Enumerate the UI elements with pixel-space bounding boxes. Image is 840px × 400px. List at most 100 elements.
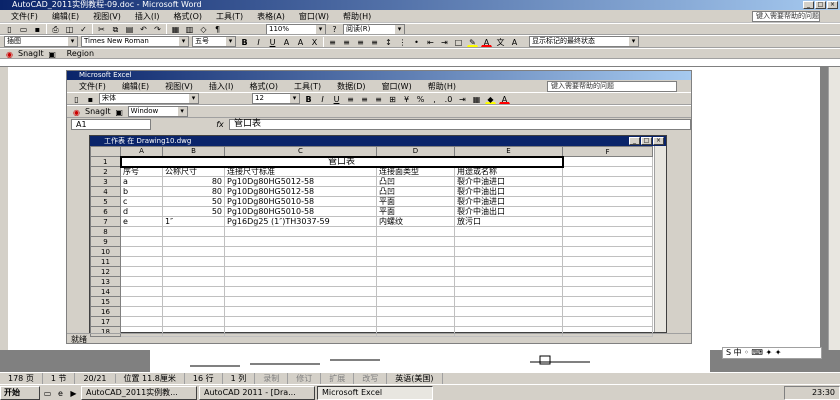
table-cell[interactable] [562, 186, 653, 197]
row-header[interactable]: 6 [90, 206, 121, 217]
italic-icon[interactable]: I [253, 37, 264, 47]
excel-snagit-capture-icon[interactable]: ▣ [114, 107, 125, 117]
table-cell[interactable] [562, 256, 653, 267]
table-cell[interactable]: c [120, 196, 163, 207]
table-cell[interactable]: 内螺纹 [376, 216, 455, 227]
align-center-icon[interactable]: ≡ [341, 37, 352, 47]
bold-icon[interactable]: B [239, 37, 250, 47]
highlight-icon[interactable]: ✎ [467, 37, 478, 47]
bullets-icon[interactable]: • [411, 37, 422, 47]
table-cell[interactable] [376, 276, 455, 287]
menu-tools[interactable]: 工具(T) [209, 11, 250, 22]
redo-icon[interactable]: ↷ [152, 24, 163, 34]
worksheet-table[interactable]: A B C D E F 1 管口表 2 序号 公称尺寸 连接尺寸标准 连接面类型 用途或名称 3… [90, 146, 653, 337]
close-button[interactable]: × [827, 1, 838, 9]
char-border-icon[interactable]: A [281, 37, 292, 47]
excel-align-center-icon[interactable]: ≡ [359, 94, 370, 104]
task-word[interactable]: AutoCAD_2011实例教... [81, 385, 197, 400]
menu-table[interactable]: 表格(A) [250, 11, 292, 22]
excel-menu-view[interactable]: 视图(V) [157, 81, 201, 92]
row-header[interactable]: 4 [90, 186, 121, 197]
table-cell[interactable] [376, 236, 455, 247]
table-cell[interactable]: 公称尺寸 [162, 166, 225, 177]
drawing-icon[interactable]: ◇ [198, 24, 209, 34]
table-cell[interactable] [162, 296, 225, 307]
excel-indent-icon[interactable]: ⇥ [457, 94, 468, 104]
menu-window[interactable]: 窗口(W) [292, 11, 336, 22]
excel-border-icon[interactable]: ▦ [471, 94, 482, 104]
table-cell[interactable] [224, 236, 377, 247]
column-header[interactable]: A [120, 146, 163, 157]
row-header[interactable]: 13 [90, 276, 121, 287]
row-header[interactable]: 9 [90, 236, 121, 247]
save-icon[interactable]: ▪ [32, 24, 43, 34]
table-cell[interactable] [224, 256, 377, 267]
excel-window-select[interactable]: Window [127, 106, 188, 117]
task-autocad[interactable]: AutoCAD 2011 - [Dra... [199, 385, 315, 400]
table-cell[interactable] [454, 246, 563, 257]
table-cell[interactable]: d [120, 206, 163, 217]
table-cell[interactable] [224, 226, 377, 237]
table-cell[interactable] [162, 266, 225, 277]
table-cell[interactable] [376, 286, 455, 297]
snagit-capture-icon[interactable]: ▣ [47, 49, 58, 59]
row-header[interactable]: 17 [90, 316, 121, 327]
excel-menu-edit[interactable]: 编辑(E) [114, 81, 157, 92]
table-cell[interactable]: 平面 [376, 206, 455, 217]
snagit-label[interactable]: SnagIt [18, 49, 44, 58]
char-shading-icon[interactable]: A [295, 37, 306, 47]
excel-font-color-icon[interactable]: A [499, 94, 510, 104]
table-cell[interactable] [120, 286, 163, 297]
table-cell[interactable] [562, 246, 653, 257]
table-cell[interactable] [120, 276, 163, 287]
table-cell[interactable] [224, 246, 377, 257]
table-cell[interactable] [454, 286, 563, 297]
table-cell[interactable] [454, 236, 563, 247]
table-cell[interactable] [120, 236, 163, 247]
start-button[interactable]: 开始 [0, 385, 40, 400]
help-icon[interactable]: ? [329, 24, 340, 34]
status-rec[interactable]: 录制 [255, 373, 289, 384]
status-trk[interactable]: 修订 [288, 373, 322, 384]
columns-icon[interactable]: ▥ [184, 24, 195, 34]
new-icon[interactable]: ▯ [4, 24, 15, 34]
table-cell[interactable] [562, 276, 653, 287]
menu-view[interactable]: 视图(V) [86, 11, 128, 22]
excel-new-icon[interactable]: ▯ [71, 94, 82, 104]
excel-menu-tools[interactable]: 工具(T) [286, 81, 329, 92]
row-header[interactable]: 7 [90, 216, 121, 227]
table-cell[interactable]: 80 [162, 186, 225, 197]
table-cell[interactable]: 裂介中油进口 [454, 176, 563, 187]
excel-font-select[interactable]: 宋体 [99, 93, 199, 104]
excel-italic-icon[interactable]: I [317, 94, 328, 104]
ime-toolbar[interactable]: S 中 ◦ ⌨ ✦ ✦ [722, 347, 822, 359]
row-header[interactable]: 3 [90, 176, 121, 187]
table-cell[interactable] [224, 286, 377, 297]
line-spacing-icon[interactable]: ↕ [383, 37, 394, 47]
table-cell[interactable] [224, 306, 377, 317]
print-icon[interactable]: ⎙ [50, 24, 61, 34]
formula-input[interactable]: 管口表 [229, 119, 691, 130]
table-cell[interactable]: Pg10Dg80HG5010-58 [224, 196, 377, 207]
table-cell[interactable] [562, 236, 653, 247]
spell-icon[interactable]: ✓ [78, 24, 89, 34]
merged-title-cell[interactable]: 管口表 [119, 155, 564, 168]
column-header[interactable]: C [224, 146, 377, 157]
table-cell[interactable]: 1″ [162, 216, 225, 227]
table-cell[interactable]: Pg10Dg80HG5012-58 [224, 186, 377, 197]
table-cell[interactable] [162, 306, 225, 317]
table-cell[interactable] [454, 316, 563, 327]
table-cell[interactable] [562, 176, 653, 187]
table-cell[interactable] [562, 306, 653, 317]
read-mode-button[interactable]: 阅读(R) [343, 24, 405, 34]
quicklaunch-media-icon[interactable]: ▶ [68, 388, 79, 398]
table-cell[interactable]: b [120, 186, 163, 197]
table-cell[interactable]: Pg10Dg80HG5010-58 [224, 206, 377, 217]
table-cell[interactable]: 连接面类型 [376, 166, 455, 177]
table-cell[interactable] [162, 236, 225, 247]
outdent-icon[interactable]: ⇤ [425, 37, 436, 47]
row-header[interactable]: 8 [90, 226, 121, 237]
table-cell[interactable]: 序号 [120, 166, 163, 177]
excel-bold-icon[interactable]: B [303, 94, 314, 104]
table-cell[interactable]: 用途或名称 [454, 166, 563, 177]
